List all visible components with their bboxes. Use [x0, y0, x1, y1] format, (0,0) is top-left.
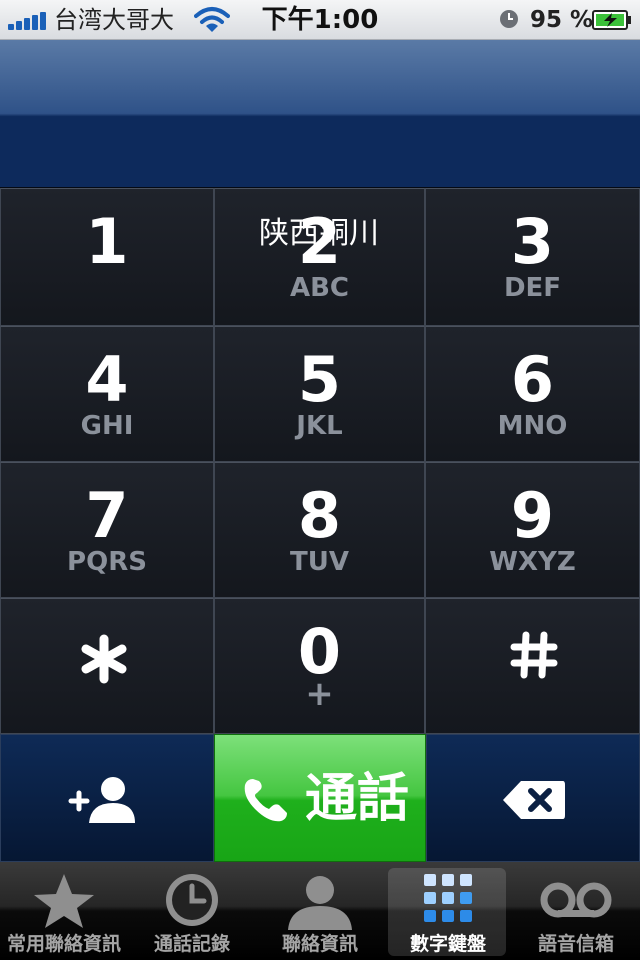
key-letters: ABC [289, 273, 350, 303]
key-5[interactable]: 5 JKL [214, 326, 425, 462]
key-1[interactable]: 1 [0, 188, 214, 326]
tab-label: 數字鍵盤 [409, 933, 486, 955]
tab-contacts[interactable]: 聯絡資訊 [256, 862, 384, 960]
key-3[interactable]: 3 DEF [425, 188, 640, 326]
status-bar: 台湾大哥大 下午1:00 95 % [0, 0, 640, 40]
tab-label: 語音信箱 [537, 933, 614, 955]
delete-button[interactable] [426, 734, 640, 862]
key-plus: + [305, 674, 334, 714]
person-icon [288, 876, 352, 930]
key-number: 8 [297, 479, 342, 552]
voicemail-icon [540, 882, 612, 918]
caller-location: 陕西铜川 [259, 216, 379, 251]
key-number: 6 [510, 343, 555, 416]
battery-percent: 95 % [530, 7, 594, 33]
key-0[interactable]: 0 + [214, 598, 425, 734]
key-letters: PQRS [67, 547, 147, 577]
battery-charging-icon [592, 10, 631, 30]
call-label: 通話 [305, 769, 410, 829]
tab-voicemail[interactable]: 語音信箱 [512, 862, 640, 960]
key-8[interactable]: 8 TUV [214, 462, 425, 598]
key-number: 9 [510, 479, 555, 552]
key-2[interactable]: 2 ABC [214, 188, 425, 326]
key-letters: WXYZ [489, 547, 576, 577]
alarm-clock-icon [500, 10, 518, 28]
key-letters: MNO [497, 411, 568, 441]
key-letters: TUV [290, 547, 349, 577]
dial-keypad: 1 2 ABC 3 DEF 4 GHI 5 JKL 6 MNO 7 PQRS 8… [0, 188, 640, 734]
key-letters: GHI [80, 411, 134, 441]
key-hash[interactable] [425, 598, 640, 734]
clock-icon [166, 874, 218, 926]
tab-favorites[interactable]: 常用聯絡資訊 [0, 862, 128, 960]
key-number: 1 [85, 205, 129, 278]
add-contact-icon [68, 777, 135, 823]
backspace-icon [503, 781, 565, 819]
phone-icon [244, 779, 287, 822]
action-row: 通話 [0, 734, 640, 862]
key-number: 3 [510, 205, 555, 278]
key-number: 5 [297, 343, 342, 416]
key-7[interactable]: 7 PQRS [0, 462, 214, 598]
star-icon [34, 874, 94, 928]
add-contact-button[interactable] [0, 734, 214, 862]
call-button[interactable]: 通話 [214, 734, 426, 862]
tab-bar: 常用聯絡資訊 通話記錄 聯絡資訊 數字鍵盤 語音信箱 [0, 862, 640, 960]
tab-label: 通話記錄 [153, 933, 230, 955]
tab-keypad[interactable]: 數字鍵盤 [384, 862, 512, 960]
key-number: 4 [85, 343, 129, 416]
key-letters: DEF [503, 273, 562, 303]
tab-label: 聯絡資訊 [281, 933, 358, 955]
key-6[interactable]: 6 MNO [425, 326, 640, 462]
number-display [0, 40, 640, 188]
tab-label: 常用聯絡資訊 [6, 933, 121, 955]
key-4[interactable]: 4 GHI [0, 326, 214, 462]
key-letters: JKL [296, 411, 343, 441]
asterisk-icon [81, 634, 127, 684]
key-9[interactable]: 9 WXYZ [425, 462, 640, 598]
tab-recents[interactable]: 通話記錄 [128, 862, 256, 960]
key-number: 7 [85, 479, 129, 552]
keypad-icon [424, 874, 472, 922]
hash-icon [510, 631, 558, 679]
key-star[interactable] [0, 598, 214, 734]
